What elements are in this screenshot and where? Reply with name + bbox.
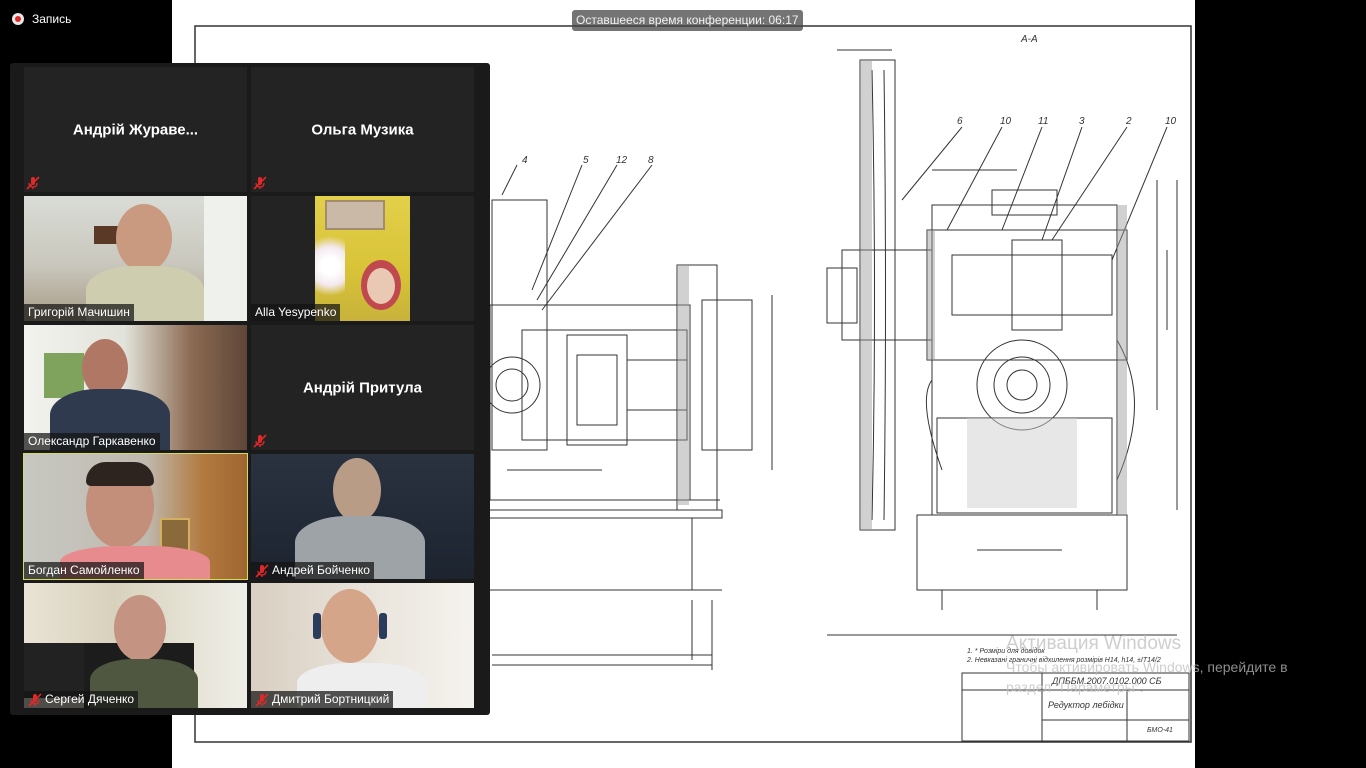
participant-face: [333, 458, 381, 522]
callout-2: 2: [1126, 116, 1132, 127]
participant-tile[interactable]: Дмитрий Бортницкий: [251, 583, 474, 708]
windows-activation-title: Активация Windows: [1006, 633, 1182, 654]
recording-indicator[interactable]: Запись: [12, 12, 71, 26]
participant-name: Alla Yesypenko: [255, 305, 337, 319]
callout-6: 6: [957, 116, 963, 127]
participant-name-label: Дмитрий Бортницкий: [251, 691, 394, 708]
participant-tile[interactable]: Андрій Жураве...: [24, 67, 247, 192]
participant-face: [321, 589, 379, 663]
callout-10a: 10: [1000, 116, 1012, 127]
mic-muted-icon: [253, 434, 267, 448]
participant-tile-active-speaker[interactable]: Богдан Самойленко: [23, 453, 248, 580]
participant-name-label: Андрей Бойченко: [251, 562, 374, 579]
callout-11: 11: [1038, 116, 1049, 127]
participant-tile[interactable]: Олександр Гаркавенко: [24, 325, 247, 450]
windows-activation-subtitle: Чтобы активировать Windows, перейдите в …: [1006, 657, 1288, 697]
meeting-time-remaining: Оставшееся время конференции: 06:17: [572, 10, 803, 31]
participant-tile[interactable]: Ольга Музика: [251, 67, 474, 192]
participant-face: [116, 204, 172, 272]
callout-10b: 10: [1165, 116, 1177, 127]
video-background-monitor: [24, 643, 84, 698]
participant-video: [315, 196, 410, 321]
participant-name-label: Alla Yesypenko: [251, 304, 341, 321]
participant-video: [24, 583, 247, 708]
participant-video: [24, 196, 247, 321]
headphones-icon: [313, 613, 321, 639]
record-icon: [12, 13, 24, 25]
participants-gallery[interactable]: Андрій Жураве... Ольга Музика Григорій М…: [10, 63, 490, 715]
participant-video: [24, 325, 247, 450]
mic-muted-icon: [26, 176, 40, 190]
participant-face: [114, 595, 166, 661]
participant-tile[interactable]: Alla Yesypenko: [251, 196, 474, 321]
participant-name: Григорій Мачишин: [28, 305, 130, 319]
recording-label: Запись: [32, 12, 72, 26]
windows-activation-line2: раздел "Параметры".: [1006, 679, 1144, 695]
windows-activation-line1: Чтобы активировать Windows, перейдите в: [1006, 659, 1288, 675]
headphones-earcup: [379, 613, 387, 639]
drawing-name: Редуктор лебідки: [1048, 700, 1124, 710]
callout-8: 8: [648, 155, 654, 166]
participant-tile[interactable]: Сергей Дяченко: [24, 583, 247, 708]
participant-name-label: Богдан Самойленко: [24, 562, 144, 579]
participant-name: Сергей Дяченко: [45, 692, 135, 706]
participant-name: Андрій Жураве...: [72, 121, 199, 138]
participant-name: Андрей Бойченко: [272, 563, 370, 577]
participant-name: Богдан Самойленко: [28, 563, 140, 577]
participant-face-skin: [367, 268, 395, 304]
participant-video: [251, 454, 474, 579]
zoom-meeting-window: Запись А-А 4 5 12 8 6 10 11 3 2 10 1. * …: [0, 0, 1366, 768]
participant-name-label: Сергей Дяченко: [24, 691, 139, 708]
callout-4: 4: [522, 155, 528, 166]
participant-video: [24, 454, 247, 579]
mic-muted-icon: [253, 176, 267, 190]
callout-5: 5: [583, 155, 589, 166]
participant-name: Олександр Гаркавенко: [28, 434, 156, 448]
participant-name: Дмитрий Бортницкий: [272, 692, 390, 706]
participant-video: [251, 583, 474, 708]
participant-tile[interactable]: Григорій Мачишин: [24, 196, 247, 321]
callout-3: 3: [1079, 116, 1085, 127]
video-background-flowers: [315, 226, 345, 306]
mic-muted-icon: [255, 692, 269, 707]
participant-tile[interactable]: Андрей Бойченко: [251, 454, 474, 579]
section-label: А-А: [1021, 34, 1038, 45]
mic-muted-icon: [255, 563, 269, 578]
participant-name: Ольга Музика: [311, 121, 414, 138]
participant-name-label: Олександр Гаркавенко: [24, 433, 160, 450]
participant-hair: [86, 462, 154, 486]
callout-12: 12: [616, 155, 628, 166]
video-background-window: [204, 196, 247, 321]
participant-name: Андрій Притула: [302, 379, 423, 396]
drawing-group: БМО-41: [1147, 727, 1173, 734]
participant-tile[interactable]: Андрій Притула: [251, 325, 474, 450]
participant-name-label: Григорій Мачишин: [24, 304, 134, 321]
mic-muted-icon: [28, 692, 42, 707]
